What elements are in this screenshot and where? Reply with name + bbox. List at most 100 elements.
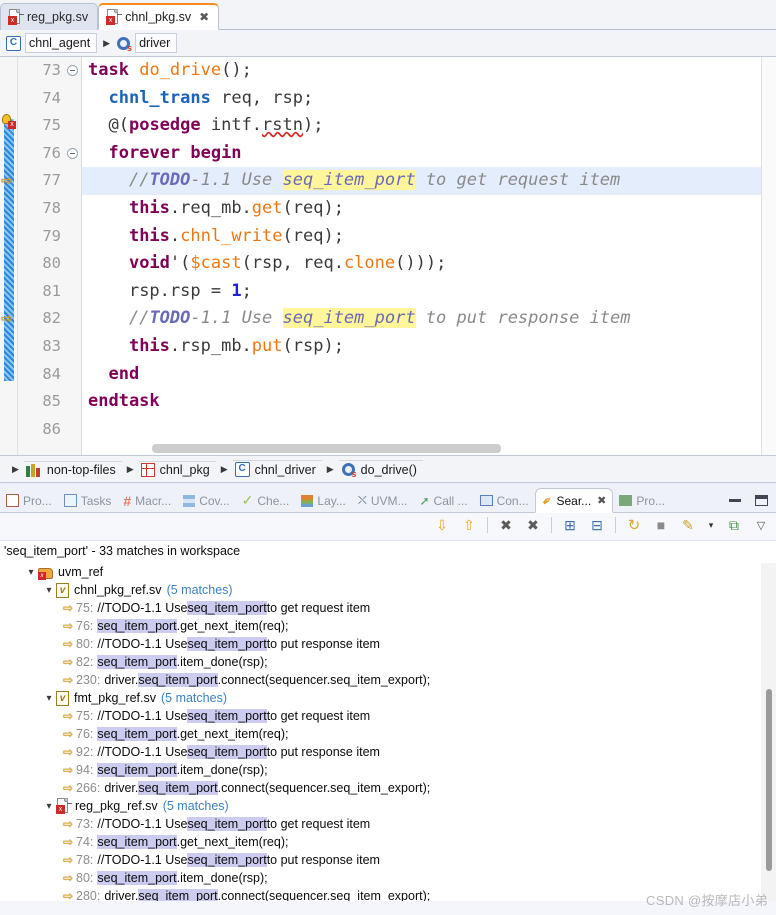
match-token: seq_item_port [97,835,177,849]
match-token: seq_item_port [187,745,267,759]
cancel-search-button[interactable]: ■ [652,516,670,534]
editor-tab-reg-pkg[interactable]: x reg_pkg.sv [0,3,99,30]
sv-file-icon: x [106,9,123,25]
chevron-right-icon: ▶ [126,463,134,474]
tree-node-match[interactable]: ⇨ 80: seq_item_port .item_done(rsp); [0,869,776,887]
editor-tab-label: chnl_pkg.sv [125,10,192,24]
run-current-search-again-button[interactable]: ↻ [625,516,643,534]
tree-node-match[interactable]: ⇨ 92: //TODO-1.1 Use seq_item_port to pu… [0,743,776,761]
match-arrow-icon: ⇨ [62,763,74,777]
maximize-button[interactable] [755,495,768,506]
match-suffix: to get request item [266,601,371,615]
tree-node-file[interactable]: ▾ v chnl_pkg_ref.sv (5 matches) [0,581,776,599]
previous-searches-button[interactable]: ✎ [679,516,697,534]
breadcrumb-item-do-drive[interactable]: s do_drive() [338,460,423,479]
match-arrow-icon: ⇨ [62,727,74,741]
match-suffix: .connect(sequencer.seq_item_export); [217,889,431,901]
breadcrumb-item-chnl-driver[interactable]: C chnl_driver [232,460,322,478]
show-next-match-button[interactable]: ⇩ [433,516,451,534]
remove-all-matches-button[interactable]: ✖ [524,516,542,534]
match-suffix: to get request item [266,709,371,723]
tab-search[interactable]: ✒ Sear... ✖ [534,488,614,513]
code-text-area[interactable]: task do_drive(); chnl_trans req, rsp; @(… [82,57,776,455]
chevron-down-icon[interactable]: ▾ [42,585,56,596]
tree-node-match[interactable]: ⇨ 75: //TODO-1.1 Use seq_item_port to ge… [0,707,776,725]
code-editor[interactable]: x ⇨ ⇨ 73 74 75 76 77 78 79 80 81 82 83 8… [0,57,776,455]
match-line-number: 80: [76,637,94,651]
collapse-all-button[interactable]: ⊟ [588,516,606,534]
match-arrow-icon: ⇨ [62,853,74,867]
editor-horizontal-scrollbar[interactable] [152,444,754,453]
tab-tasks[interactable]: Tasks [58,488,118,513]
folding-ruler[interactable] [66,57,82,455]
tree-node-match[interactable]: ⇨ 266: driver. seq_item_port .connect(se… [0,779,776,797]
tree-node-file[interactable]: ▾ x reg_pkg_ref.sv (5 matches) [0,797,776,815]
pin-search-view-button[interactable]: ⧉ [725,516,743,534]
breadcrumb-label: chnl_agent [29,36,91,50]
tree-node-match[interactable]: ⇨ 82: seq_item_port .item_done(rsp); [0,653,776,671]
chevron-right-icon: ▶ [12,463,19,474]
line-number: 83 [42,336,61,355]
tree-node-match[interactable]: ⇨ 75: //TODO-1.1 Use seq_item_port to ge… [0,599,776,617]
expand-all-button[interactable]: ⊞ [561,516,579,534]
match-arrow-icon: ⇨ [62,637,74,651]
tab-layers[interactable]: Lay... [295,488,351,513]
tab-checks[interactable]: ✓ Che... [236,488,296,513]
search-results-tree[interactable]: ▾ x uvm_ref ▾ v chnl_pkg_ref.sv (5 match… [0,563,776,901]
minimize-button[interactable] [729,499,741,502]
match-line-number: 280: [76,889,101,901]
fold-toggle-icon[interactable] [67,148,78,159]
search-match-marker-icon[interactable]: ⇨ [1,311,16,325]
tree-node-match[interactable]: ⇨ 74: seq_item_port .get_next_item(req); [0,833,776,851]
tree-node-file[interactable]: ▾ v fmt_pkg_ref.sv (5 matches) [0,689,776,707]
breadcrumb-item-driver[interactable]: driver [135,33,178,53]
match-arrow-icon: ⇨ [62,817,74,831]
tab-macros[interactable]: # Macr... [117,488,177,513]
line-number: 79 [42,226,61,245]
chevron-down-icon[interactable]: ▾ [42,693,56,704]
tree-node-match[interactable]: ⇨ 73: //TODO-1.1 Use seq_item_port to ge… [0,815,776,833]
match-arrow-icon: ⇨ [62,709,74,723]
editor-tab-chnl-pkg[interactable]: x chnl_pkg.sv ✖ [98,3,220,30]
search-match-marker-icon[interactable]: ⇨ [1,173,16,187]
breadcrumb-item-chnl-pkg[interactable]: chnl_pkg [138,460,216,478]
tree-node-match[interactable]: ⇨ 76: seq_item_port .get_next_item(req); [0,617,776,635]
close-icon[interactable]: ✖ [597,494,606,507]
tab-coverage[interactable]: Cov... [177,488,235,513]
chevron-down-icon[interactable]: ▾ [24,567,38,578]
tab-call-hierarchy[interactable]: ➚ Call ... [413,488,473,513]
match-prefix: //TODO-1.1 Use [97,745,188,759]
tab-problems[interactable]: Pro... [0,488,58,513]
tree-node-project[interactable]: ▾ x uvm_ref [0,563,776,581]
error-quickfix-icon[interactable]: x [1,114,16,129]
chevron-right-icon: ▶ [326,463,334,474]
tree-node-match[interactable]: ⇨ 76: seq_item_port .get_next_item(req); [0,725,776,743]
tree-node-match[interactable]: ⇨ 80: //TODO-1.1 Use seq_item_port to pu… [0,635,776,653]
chevron-down-icon[interactable]: ▾ [42,801,56,812]
tab-console[interactable]: Con... [474,488,535,513]
sv-file-icon: x [56,798,72,814]
tree-node-match[interactable]: ⇨ 230: driver. seq_item_port .connect(se… [0,671,776,689]
breadcrumb-item-chnl-agent[interactable]: chnl_agent [25,33,98,53]
editor-marker-gutter[interactable]: x ⇨ ⇨ [0,57,18,455]
tree-node-match[interactable]: ⇨ 94: seq_item_port .item_done(rsp); [0,761,776,779]
tree-node-match[interactable]: ⇨ 78: //TODO-1.1 Use seq_item_port to pu… [0,851,776,869]
match-prefix: driver. [104,889,139,901]
fold-toggle-icon[interactable] [67,65,78,76]
tree-vertical-scrollbar[interactable] [766,689,772,871]
tab-progress[interactable]: Pro... [613,488,671,513]
show-previous-match-button[interactable]: ⇧ [460,516,478,534]
previous-searches-dropdown[interactable]: ▾ [706,516,716,534]
class-icon: C [6,35,21,51]
close-icon[interactable]: ✖ [199,10,209,24]
tab-uvm[interactable]: ⛌ UVM... [352,488,414,513]
code-line-77: //TODO-1.1 Use seq_item_port to get requ… [82,167,776,195]
file-match-count: (5 matches) [160,691,227,705]
editor-overview-ruler[interactable] [761,57,776,455]
view-menu-button[interactable]: ▽ [752,516,770,534]
match-suffix: .item_done(rsp); [176,871,268,885]
remove-selected-matches-button[interactable]: ✖ [497,516,515,534]
problems-icon [6,494,19,507]
breadcrumb-item-non-top-files[interactable]: non-top-files [23,460,122,478]
